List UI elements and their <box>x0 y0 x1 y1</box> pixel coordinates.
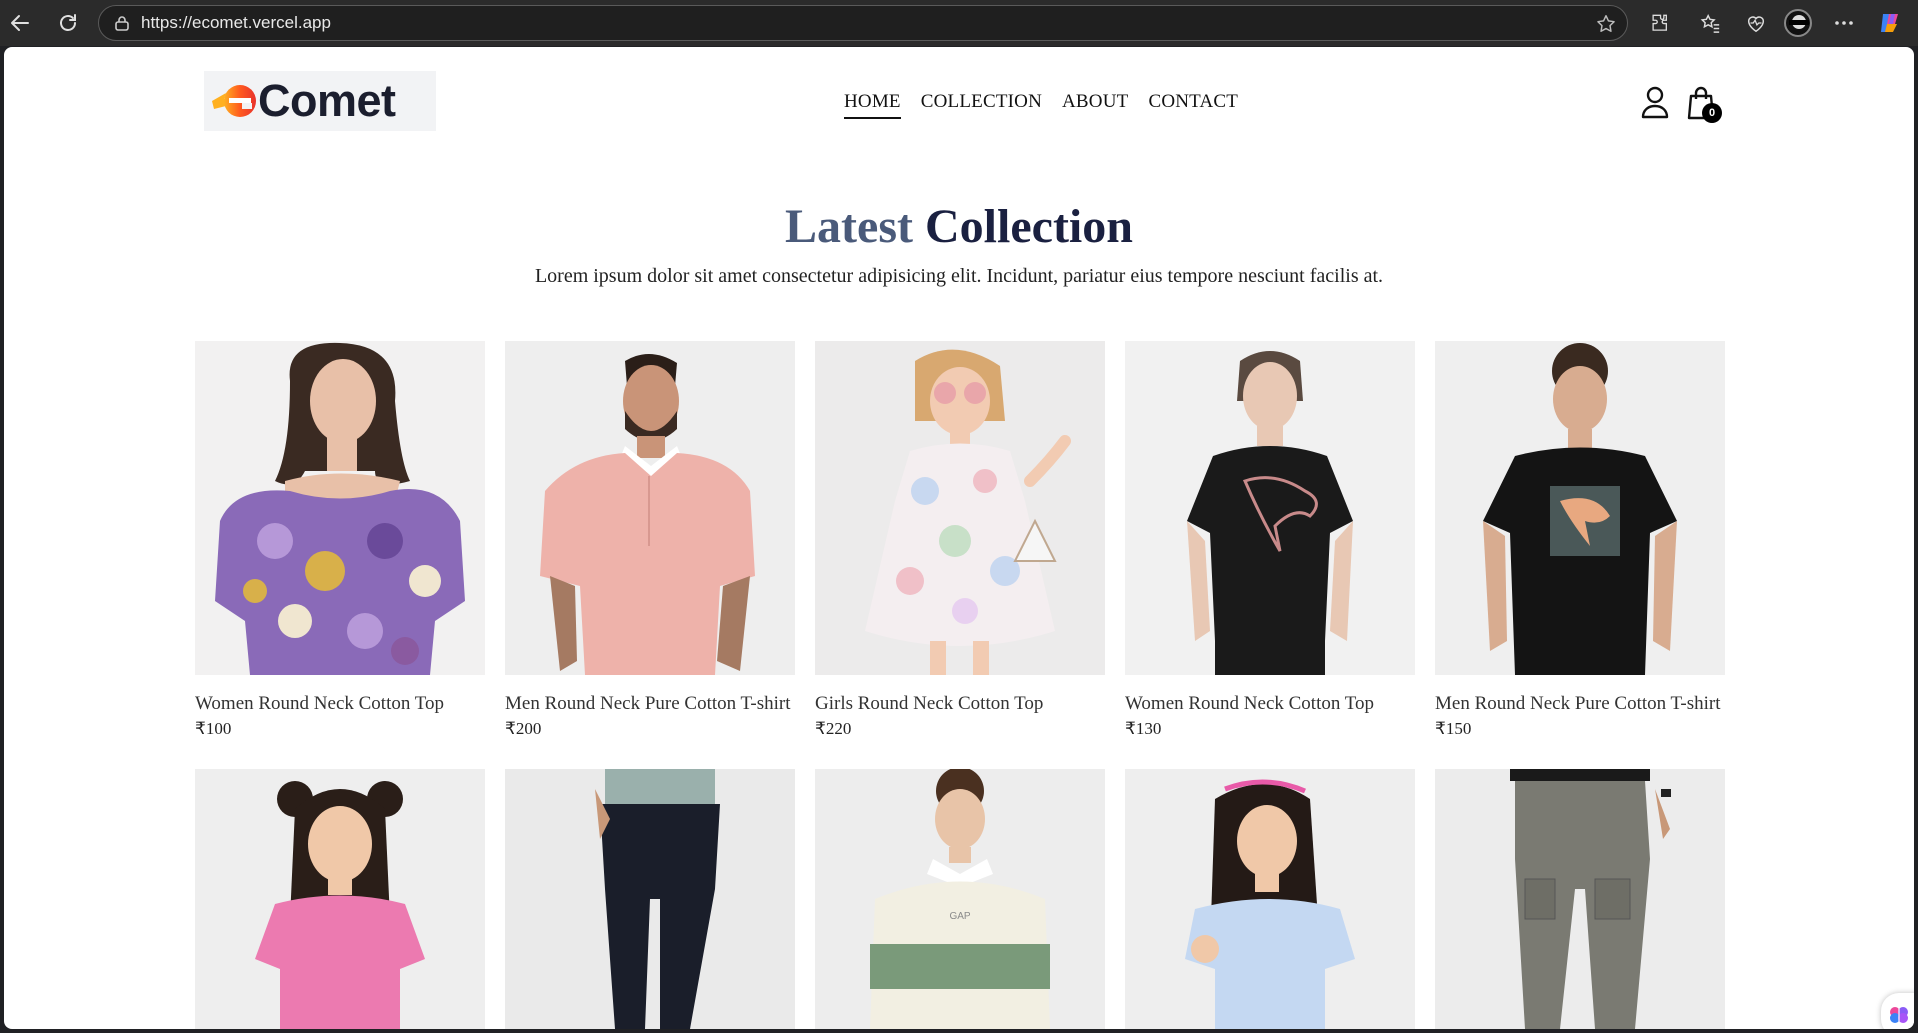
product-card[interactable] <box>1435 769 1725 1029</box>
more-options-icon[interactable] <box>1830 9 1858 37</box>
favorite-star-icon[interactable] <box>1595 13 1617 35</box>
main-navigation: HOME COLLECTION ABOUT CONTACT <box>844 91 1238 119</box>
product-price: ₹200 <box>505 719 542 738</box>
nav-collection[interactable]: COLLECTION <box>921 91 1042 113</box>
product-card[interactable]: Men Round Neck Pure Cotton T-shirt ₹150 <box>1435 341 1725 739</box>
favorites-icon[interactable] <box>1696 9 1724 37</box>
logo-wordmark: Comet <box>258 75 396 126</box>
product-image <box>195 769 485 1029</box>
browser-toolbar: https://ecomet.vercel.app <box>0 0 1918 46</box>
brain-icon <box>1890 1007 1908 1023</box>
product-card[interactable]: Women Round Neck Cotton Top ₹130 <box>1125 341 1415 739</box>
product-card[interactable]: GAP <box>815 769 1105 1029</box>
product-image <box>505 769 795 1029</box>
section-subtitle: Lorem ipsum dolor sit amet consectetur a… <box>534 265 1384 287</box>
product-name: Girls Round Neck Cotton Top <box>815 693 1044 714</box>
lock-icon <box>113 14 131 32</box>
nav-contact[interactable]: CONTACT <box>1148 91 1238 113</box>
product-name: Men Round Neck Pure Cotton T-shirt <box>1435 693 1721 714</box>
product-card[interactable]: Men Round Neck Pure Cotton T-shirt ₹200 <box>505 341 795 739</box>
product-card[interactable] <box>1125 769 1415 1029</box>
product-price: ₹150 <box>1435 719 1472 738</box>
site-logo[interactable]: Comet <box>204 71 436 131</box>
product-price: ₹220 <box>815 719 852 738</box>
section-title-collection: Collection <box>925 200 1133 253</box>
product-image <box>195 341 485 675</box>
copilot-icon[interactable] <box>1876 9 1904 37</box>
product-price: ₹100 <box>195 719 232 738</box>
nav-about[interactable]: ABOUT <box>1062 91 1128 113</box>
product-image <box>505 341 795 675</box>
product-image <box>815 341 1105 675</box>
profile-avatar[interactable] <box>1784 9 1812 37</box>
product-image <box>1435 341 1725 675</box>
cart-count-badge: 0 <box>1702 103 1722 123</box>
user-profile-icon[interactable] <box>1640 85 1670 119</box>
address-bar[interactable]: https://ecomet.vercel.app <box>98 5 1628 41</box>
section-title: Latest Collection <box>4 199 1914 254</box>
product-card[interactable]: Girls Round Neck Cotton Top ₹220 <box>815 341 1105 739</box>
reload-icon[interactable] <box>54 9 82 37</box>
product-image <box>1125 769 1415 1029</box>
floating-assistant-button[interactable] <box>1881 993 1914 1029</box>
section-title-latest: Latest <box>785 200 913 253</box>
product-card[interactable]: Women Round Neck Cotton Top ₹100 <box>195 341 485 739</box>
product-price: ₹130 <box>1125 719 1162 738</box>
logo-e-mark-icon <box>212 79 256 123</box>
back-arrow-icon[interactable] <box>6 9 34 37</box>
product-card[interactable] <box>195 769 485 1029</box>
browser-essentials-icon[interactable] <box>1742 9 1770 37</box>
product-grid: Women Round Neck Cotton Top ₹100 Men Rou… <box>195 341 1725 1029</box>
product-image <box>1435 769 1725 1029</box>
nav-home[interactable]: HOME <box>844 91 901 119</box>
product-name: Women Round Neck Cotton Top <box>1125 693 1375 714</box>
product-card[interactable] <box>505 769 795 1029</box>
product-name: Men Round Neck Pure Cotton T-shirt <box>505 693 791 714</box>
product-image: GAP <box>815 769 1105 1029</box>
extensions-icon[interactable] <box>1646 9 1674 37</box>
page-viewport: Comet HOME COLLECTION ABOUT CONTACT 0 La… <box>4 47 1914 1029</box>
product-name: Women Round Neck Cotton Top <box>195 693 445 714</box>
url-text: https://ecomet.vercel.app <box>141 13 331 32</box>
product-image <box>1125 341 1415 675</box>
svg-text:GAP: GAP <box>949 911 970 922</box>
